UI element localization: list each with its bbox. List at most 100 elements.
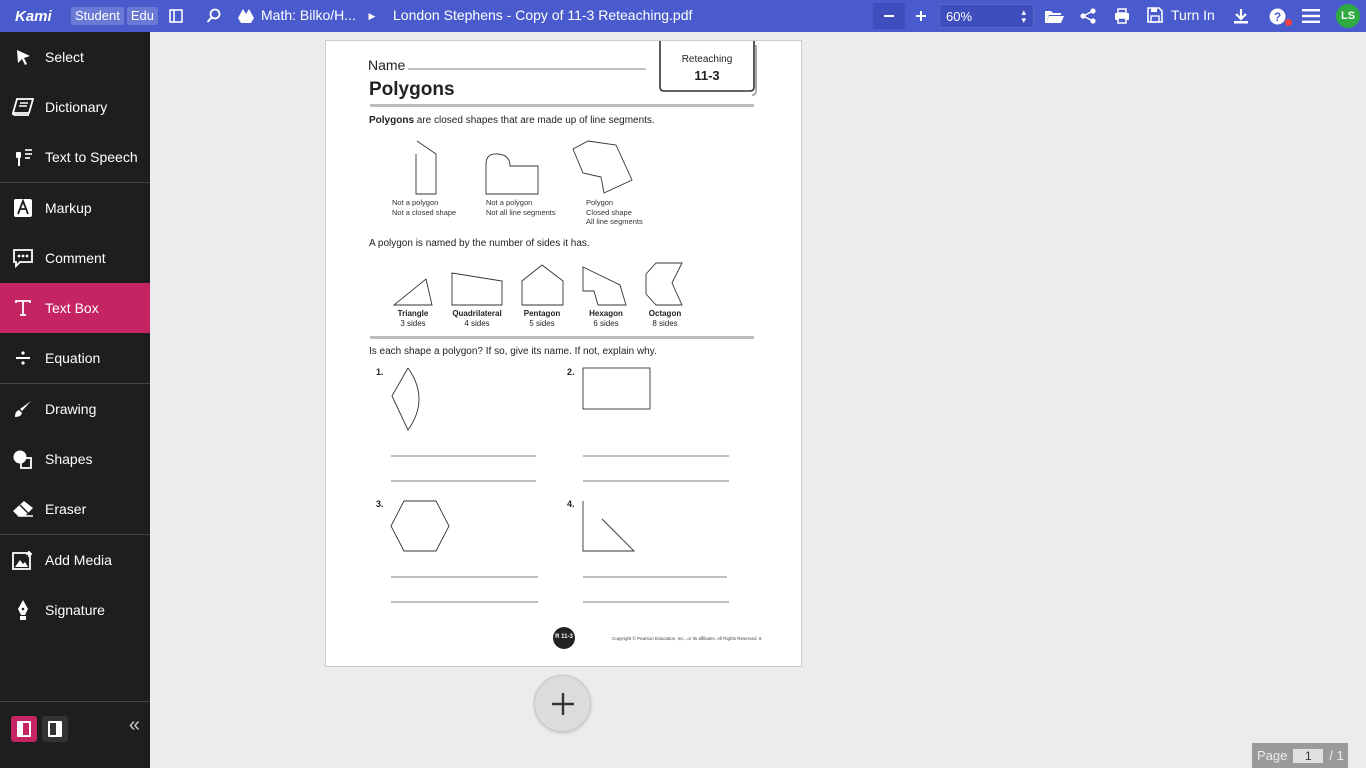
caption-line: Not a polygon <box>392 198 439 207</box>
sidebar-item-label: Markup <box>45 200 92 216</box>
page-number-input[interactable]: 1 <box>1293 748 1324 763</box>
turn-in-button[interactable]: Turn In <box>1147 7 1215 23</box>
collapse-sidebar-icon[interactable]: « <box>129 714 140 737</box>
sidebar-item-signature[interactable]: Signature <box>0 585 150 635</box>
print-icon[interactable] <box>1112 0 1132 32</box>
sidebar-item-select[interactable]: Select <box>0 32 150 82</box>
right-sidebar-mode-button[interactable] <box>42 716 68 742</box>
document-title: London Stephens - Copy of 11-3 Reteachin… <box>393 7 693 23</box>
caption-line: Not a polygon <box>486 198 533 207</box>
sidebar-footer: « <box>0 701 150 768</box>
sidebar-toggle-icon[interactable] <box>166 0 186 32</box>
comment-icon <box>0 248 45 268</box>
shape-sides: 8 sides <box>652 319 678 328</box>
question-number: 2. <box>567 367 575 377</box>
question-prompt: Is each shape a polygon? If so, give its… <box>369 346 657 357</box>
caption-line: All line segments <box>586 217 643 226</box>
user-avatar[interactable]: LS <box>1336 4 1360 28</box>
svg-text:?: ? <box>1273 10 1280 24</box>
select-arrows-icon: ▴ ▾ <box>1021 7 1026 25</box>
save-icon <box>1147 7 1163 23</box>
shape-label-pentagon: Pentagon 5 sides <box>515 309 569 329</box>
sidebar-item-label: Select <box>45 49 84 65</box>
top-toolbar: Kami Student Edu Math: Bilko/H... ▶ Lond… <box>0 0 1366 32</box>
sidebar-item-label: Add Media <box>45 552 112 568</box>
sidebar-item-dictionary[interactable]: Dictionary <box>0 82 150 132</box>
shape-label-triangle: Triangle 3 sides <box>386 309 440 329</box>
document-page[interactable]: Name Reteaching 11-3 Polygons Polygons a… <box>325 40 802 667</box>
example-caption: Not a polygon Not all line segments <box>486 198 556 217</box>
shape-sides: 3 sides <box>400 319 426 328</box>
copyright: Copyright © Pearson Education, Inc., or … <box>612 636 762 641</box>
sidebar-item-text-box[interactable]: Text Box <box>0 283 150 333</box>
question-number: 1. <box>376 367 384 377</box>
book-icon <box>0 98 45 116</box>
caption-line: Polygon <box>586 198 614 207</box>
shape-name: Pentagon <box>523 309 561 318</box>
page-total: / 1 <box>1329 748 1344 763</box>
zoom-out-button[interactable] <box>873 3 905 29</box>
edu-badge: Edu <box>126 7 158 25</box>
sidebar-item-equation[interactable]: Equation <box>0 333 150 383</box>
sidebar-item-label: Drawing <box>45 401 97 417</box>
sidebar-item-label: Text Box <box>45 300 99 316</box>
help-icon[interactable]: ? <box>1267 0 1287 32</box>
sidebar-left-icon <box>17 721 31 737</box>
plus-icon <box>551 692 574 715</box>
sidebar-item-drawing[interactable]: Drawing <box>0 384 150 434</box>
shape-label-hexagon: Hexagon 6 sides <box>579 309 633 329</box>
chevron-right-icon: ▶ <box>368 10 376 21</box>
google-drive-icon <box>237 0 255 32</box>
image-icon <box>0 550 45 570</box>
page-indicator: Page 1 / 1 <box>1252 743 1348 768</box>
intro-bold: Polygons <box>369 115 415 126</box>
tool-sidebar: Select Dictionary Text to Speech Markup … <box>0 32 150 768</box>
sidebar-item-label: Eraser <box>45 501 87 517</box>
shape-name: Triangle <box>397 309 429 318</box>
download-icon[interactable] <box>1231 0 1251 32</box>
shape-sides: 6 sides <box>593 319 619 328</box>
kami-logo[interactable]: Kami <box>15 8 61 25</box>
zoom-in-button[interactable] <box>905 3 937 29</box>
brush-icon <box>0 399 45 419</box>
example-caption: Not a polygon Not a closed shape <box>392 198 456 217</box>
sidebar-item-text-to-speech[interactable]: Text to Speech <box>0 132 150 182</box>
zoom-select[interactable]: 60% ▴ ▾ <box>939 4 1034 28</box>
folder-open-icon[interactable] <box>1043 0 1065 32</box>
menu-icon[interactable] <box>1300 0 1322 32</box>
shapes-icon <box>0 449 45 469</box>
shape-label-quadrilateral: Quadrilateral 4 sides <box>446 309 508 329</box>
sidebar-item-label: Shapes <box>45 451 93 467</box>
zoom-value: 60% <box>946 9 973 24</box>
caption-line: Closed shape <box>586 207 632 217</box>
page-label: Page <box>1257 748 1288 763</box>
sidebar-item-markup[interactable]: Markup <box>0 183 150 233</box>
sidebar-item-shapes[interactable]: Shapes <box>0 434 150 484</box>
left-sidebar-mode-button[interactable] <box>11 716 37 742</box>
sidebar-item-add-media[interactable]: Add Media <box>0 535 150 585</box>
breadcrumb[interactable]: Math: Bilko/H... <box>261 7 356 23</box>
question-number: 4. <box>567 499 575 509</box>
textbox-icon <box>0 299 45 317</box>
sidebar-item-comment[interactable]: Comment <box>0 233 150 283</box>
sidebar-item-label: Equation <box>45 350 101 366</box>
sidebar-item-label: Dictionary <box>45 99 108 115</box>
reteaching-label: Reteaching <box>681 54 733 65</box>
sidebar-item-eraser[interactable]: Eraser <box>0 484 150 534</box>
eraser-icon <box>0 500 45 518</box>
turn-in-label: Turn In <box>1171 7 1215 23</box>
add-page-button[interactable] <box>534 675 591 732</box>
shape-sides: 5 sides <box>529 319 555 328</box>
shape-sides: 4 sides <box>464 319 490 328</box>
pen-icon <box>0 599 45 621</box>
question-number: 3. <box>376 499 384 509</box>
page-title: Polygons <box>369 79 455 100</box>
shape-name: Hexagon <box>589 309 623 318</box>
notification-dot <box>1285 19 1292 26</box>
share-icon[interactable] <box>1078 0 1098 32</box>
shape-name: Octagon <box>648 309 682 318</box>
student-badge: Student <box>71 7 124 25</box>
search-icon[interactable] <box>204 0 224 32</box>
cursor-icon <box>0 48 45 66</box>
markup-icon <box>0 198 45 218</box>
